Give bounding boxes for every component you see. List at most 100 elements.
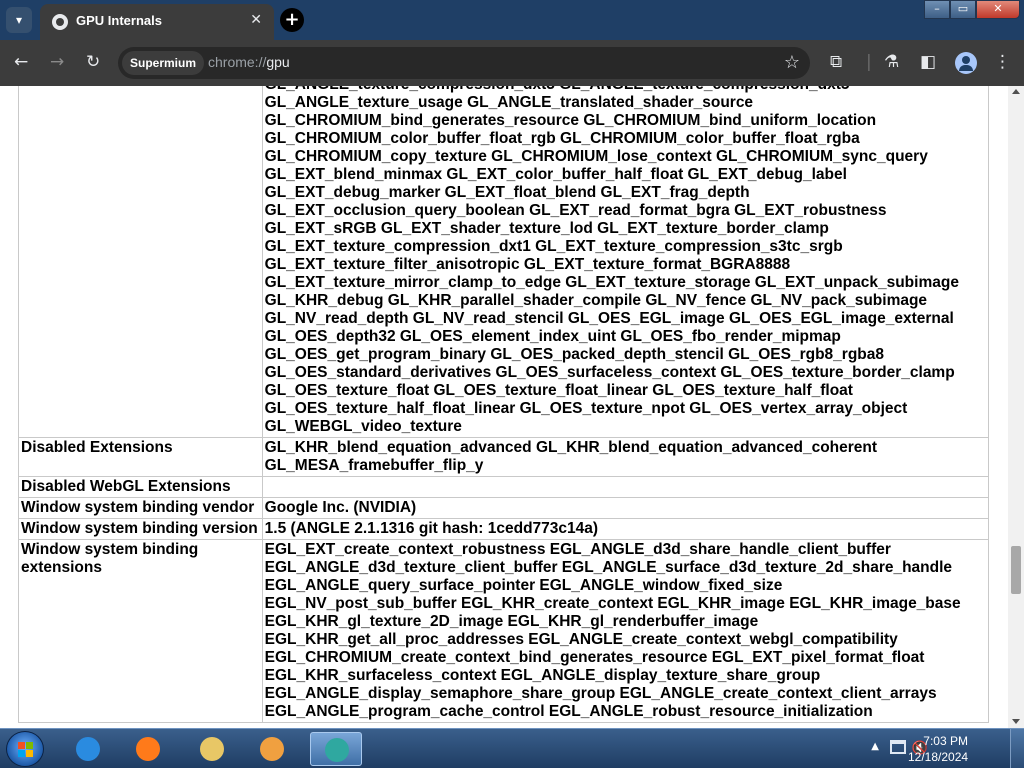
value-line: EGL_KHR_gl_texture_2D_image EGL_KHR_gl_r…: [264, 613, 759, 630]
taskbar-app-file-explorer[interactable]: [186, 732, 238, 766]
url-path: gpu: [266, 54, 290, 70]
table-row: Window system binding version 1.5 (ANGLE …: [18, 518, 990, 540]
profile-avatar-icon[interactable]: [955, 52, 977, 74]
value-line: GL_KHR_debug GL_KHR_parallel_shader_comp…: [264, 292, 928, 309]
scroll-up-arrow-icon[interactable]: [1012, 89, 1020, 94]
value-line: GL_EXT_blend_minmax GL_EXT_color_buffer_…: [264, 166, 847, 183]
value-line: GL_OES_get_program_binary GL_OES_packed_…: [264, 346, 884, 363]
value-line: GL_EXT_occlusion_query_boolean GL_EXT_re…: [264, 202, 887, 219]
tab-close-icon[interactable]: ✕: [250, 12, 262, 28]
row-label: Window system binding version: [18, 518, 263, 540]
vertical-scrollbar[interactable]: [1008, 86, 1024, 728]
network-icon[interactable]: [890, 740, 906, 754]
window-controls: – ▭ ✕: [924, 0, 1020, 20]
tab-search-button[interactable]: ▾: [6, 7, 32, 33]
url-text[interactable]: chrome://gpu: [208, 54, 290, 70]
url-scheme: chrome://: [208, 54, 267, 70]
labs-icon[interactable]: ⚗: [884, 52, 899, 72]
address-bar[interactable]: Supermium chrome://gpu ☆: [118, 47, 810, 79]
row-value: 1.5 (ANGLE 2.1.1316 git hash: 1cedd773c1…: [261, 518, 990, 540]
clock-date[interactable]: 12/18/2024: [908, 750, 968, 764]
row-value: Google Inc. (NVIDIA): [261, 497, 990, 519]
value-line: GL_OES_texture_half_float_linear GL_OES_…: [264, 400, 908, 417]
value-line: GL_OES_standard_derivatives GL_OES_surfa…: [264, 364, 955, 381]
value-line: EGL_NV_post_sub_buffer EGL_KHR_create_co…: [264, 595, 961, 612]
value-line: GL_MESA_framebuffer_flip_y: [264, 457, 484, 474]
back-icon[interactable]: ←: [14, 52, 28, 72]
minimize-button[interactable]: –: [924, 0, 950, 19]
maximize-button[interactable]: ▭: [950, 0, 976, 19]
row-label: Window system binding extensions: [18, 539, 263, 723]
value-line: EGL_ANGLE_program_cache_control EGL_ANGL…: [264, 703, 873, 720]
value-line: GL_EXT_texture_compression_dxt1 GL_EXT_t…: [264, 238, 843, 255]
value-line: Google Inc. (NVIDIA): [264, 499, 417, 516]
value-line: GL_EXT_texture_mirror_clamp_to_edge GL_E…: [264, 274, 959, 291]
value-line: EGL_KHR_surfaceless_context EGL_ANGLE_di…: [264, 667, 821, 684]
origin-chip[interactable]: Supermium: [122, 51, 205, 75]
value-line: GL_EXT_texture_filter_anisotropic GL_EXT…: [264, 256, 791, 273]
supermium-icon: [325, 738, 349, 762]
row-label: Disabled WebGL Extensions: [18, 476, 263, 498]
value-line: EGL_EXT_create_context_robustness EGL_AN…: [264, 541, 891, 558]
taskbar-app-supermium[interactable]: [310, 732, 362, 766]
firefox-icon: [136, 737, 160, 761]
side-panel-icon[interactable]: ◧: [920, 52, 936, 72]
value-line: GL_EXT_sRGB GL_EXT_shader_texture_lod GL…: [264, 220, 829, 237]
menu-icon[interactable]: ⋮: [994, 52, 1011, 72]
taskbar-app-media-player[interactable]: [246, 732, 298, 766]
file-explorer-icon: [200, 737, 224, 761]
toolbar-divider: |: [866, 52, 872, 72]
row-label: Window system binding vendor: [18, 497, 263, 519]
value-line: GL_KHR_blend_equation_advanced GL_KHR_bl…: [264, 439, 878, 456]
show-desktop-button[interactable]: [1010, 729, 1024, 768]
forward-icon[interactable]: →: [50, 52, 64, 72]
tab-gpu-internals[interactable]: GPU Internals ✕: [40, 4, 274, 40]
taskbar-app-internet-explorer[interactable]: [62, 732, 114, 766]
value-line: GL_OES_texture_float GL_OES_texture_floa…: [264, 382, 853, 399]
table-row: GL_ANGLE_texture_compression_dxt3 GL_ANG…: [18, 86, 990, 438]
value-line: GL_CHROMIUM_color_buffer_float_rgb GL_CH…: [264, 130, 860, 147]
windows-logo-icon: [18, 742, 33, 757]
page-content: GL_ANGLE_texture_compression_dxt3 GL_ANG…: [0, 86, 1008, 728]
value-line: EGL_ANGLE_d3d_texture_client_buffer EGL_…: [264, 559, 953, 576]
bookmark-star-icon[interactable]: ☆: [784, 52, 800, 73]
new-tab-button[interactable]: +: [280, 8, 304, 32]
value-line: GL_WEBGL_video_texture: [264, 418, 462, 435]
row-value: [261, 476, 990, 498]
value-line: GL_OES_depth32 GL_OES_element_index_uint…: [264, 328, 841, 345]
table-row: Window system binding extensions EGL_EXT_…: [18, 539, 990, 723]
close-window-button[interactable]: ✕: [976, 0, 1020, 19]
value-line: GL_CHROMIUM_copy_texture GL_CHROMIUM_los…: [264, 148, 928, 165]
value-line: EGL_CHROMIUM_create_context_bind_generat…: [264, 649, 925, 666]
show-hidden-icons-icon[interactable]: ▲: [871, 741, 879, 752]
value-line: GL_EXT_debug_marker GL_EXT_float_blend G…: [264, 184, 750, 201]
table-row: Window system binding vendor Google Inc. …: [18, 497, 990, 519]
row-label: [18, 86, 263, 438]
extensions-icon[interactable]: ⧉: [830, 52, 842, 72]
gpu-info-table: GL_ANGLE_texture_compression_dxt3 GL_ANG…: [18, 86, 990, 723]
taskbar-app-firefox[interactable]: [122, 732, 174, 766]
row-value: EGL_EXT_create_context_robustness EGL_AN…: [261, 539, 990, 723]
taskbar: ▲ 🔇 7:03 PM 12/18/2024: [0, 728, 1024, 768]
value-line: GL_ANGLE_texture_compression_dxt3 GL_ANG…: [265, 86, 986, 94]
tab-favicon-icon: [52, 14, 68, 30]
browser-toolbar: ← → ↻ Supermium chrome://gpu ☆ ⧉ | ⚗ ◧ ⋮: [0, 40, 1024, 86]
row-value: GL_ANGLE_texture_compression_dxt3 GL_ANG…: [261, 86, 990, 438]
row-label: Disabled Extensions: [18, 437, 263, 477]
system-tray: ▲ 🔇 7:03 PM 12/18/2024: [824, 729, 1024, 768]
clock-time[interactable]: 7:03 PM: [908, 734, 968, 748]
value-line: GL_NV_read_depth GL_NV_read_stencil GL_O…: [264, 310, 954, 327]
scroll-thumb[interactable]: [1011, 546, 1021, 594]
value-line: 1.5 (ANGLE 2.1.1316 git hash: 1cedd773c1…: [264, 520, 599, 537]
value-line: EGL_ANGLE_query_surface_pointer EGL_ANGL…: [264, 577, 783, 594]
internet-explorer-icon: [76, 737, 100, 761]
title-bar: ▾ GPU Internals ✕ + – ▭ ✕: [0, 0, 1024, 40]
value-line: GL_CHROMIUM_bind_generates_resource GL_C…: [264, 112, 877, 129]
start-button[interactable]: [6, 731, 44, 767]
reload-icon[interactable]: ↻: [86, 52, 100, 72]
media-player-icon: [260, 737, 284, 761]
tab-title: GPU Internals: [76, 13, 162, 28]
scroll-down-arrow-icon[interactable]: [1012, 719, 1020, 724]
value-line: EGL_ANGLE_display_semaphore_share_group …: [264, 685, 937, 702]
table-row: Disabled Extensions GL_KHR_blend_equation…: [18, 437, 990, 477]
